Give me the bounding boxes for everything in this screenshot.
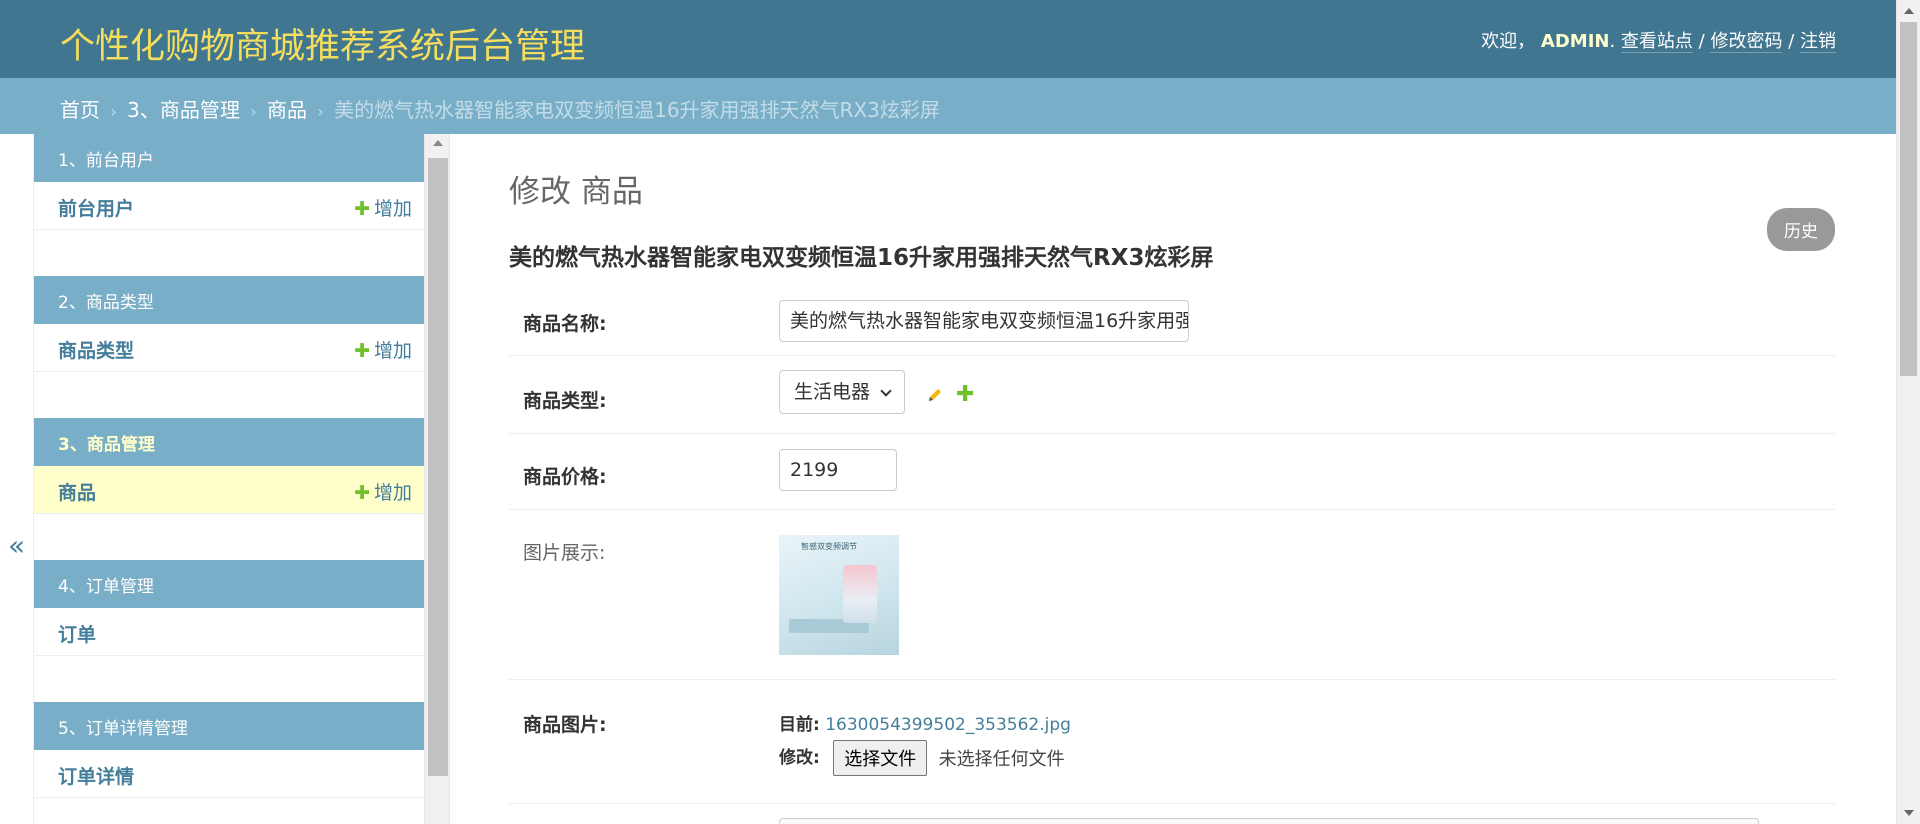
scroll-up-icon[interactable] bbox=[1904, 8, 1914, 14]
sidebar-item-label[interactable]: 商品类型 bbox=[58, 340, 134, 362]
breadcrumb-separator: › bbox=[110, 102, 117, 121]
page-title: 修改 商品 bbox=[509, 174, 643, 210]
preview-heater-shape bbox=[843, 565, 877, 623]
sidebar-item-frontend-users: 前台用户 ✚ 增加 bbox=[34, 182, 424, 230]
history-button[interactable]: 历史 bbox=[1767, 208, 1835, 251]
sidebar-item-label[interactable]: 商品 bbox=[58, 482, 96, 504]
nav-sidebar-toggle[interactable]: « bbox=[0, 134, 34, 824]
scrollbar-thumb[interactable] bbox=[428, 158, 448, 776]
change-label: 修改: bbox=[779, 748, 820, 768]
scrollbar-thumb[interactable] bbox=[1900, 22, 1917, 376]
sidebar-module-caption[interactable]: 2、商品类型 bbox=[34, 276, 424, 324]
sidebar-item-order-details: 订单详情 bbox=[34, 750, 424, 798]
price-input[interactable]: 2199 bbox=[779, 449, 897, 491]
current-label: 目前: bbox=[779, 715, 820, 735]
breadcrumb-separator: › bbox=[250, 102, 257, 121]
price-label: 商品价格: bbox=[523, 466, 607, 488]
sidebar-module-caption[interactable]: 1、前台用户 bbox=[34, 134, 424, 182]
image-label: 商品图片: bbox=[523, 714, 607, 736]
preview-caption: 智感双变频调节 bbox=[801, 542, 857, 551]
change-file-line: 修改: 选择文件 未选择任何文件 bbox=[779, 740, 1065, 776]
breadcrumb-app[interactable]: 3、商品管理 bbox=[127, 98, 240, 122]
breadcrumb-current: 美的燃气热水器智能家电双变频恒温16升家用强排天然气RX3炫彩屏 bbox=[334, 98, 940, 122]
scroll-up-icon[interactable] bbox=[433, 140, 443, 146]
plus-icon: ✚ bbox=[354, 340, 370, 362]
user-tools-sep: / bbox=[1788, 31, 1795, 52]
product-image-preview: 智感双变频调节 bbox=[779, 535, 899, 655]
form-row-image: 商品图片: 目前: 1630054399502_353562.jpg 修改: 选… bbox=[509, 680, 1835, 804]
sidebar-item-product-types: 商品类型 ✚ 增加 bbox=[34, 324, 424, 372]
add-label: 增加 bbox=[373, 340, 412, 362]
add-label: 增加 bbox=[373, 482, 412, 504]
sidebar-item-label[interactable]: 订单详情 bbox=[58, 766, 134, 788]
type-select[interactable]: 生活电器 bbox=[779, 370, 906, 414]
chevron-down-icon bbox=[880, 385, 892, 397]
form-row-type: 商品类型: 生活电器 ✚ bbox=[509, 356, 1835, 434]
pencil-icon[interactable] bbox=[926, 386, 944, 404]
type-select-value: 生活电器 bbox=[794, 381, 871, 403]
sidebar-item-label[interactable]: 订单 bbox=[58, 624, 96, 646]
plus-icon: ✚ bbox=[354, 482, 370, 504]
add-product-type-button[interactable]: ✚ 增加 bbox=[354, 336, 412, 363]
breadcrumb-home[interactable]: 首页 bbox=[60, 98, 100, 122]
view-site-link[interactable]: 查看站点 bbox=[1620, 31, 1693, 53]
sidebar-scrollbar[interactable] bbox=[424, 134, 450, 824]
sidebar-module-caption[interactable]: 5、订单详情管理 bbox=[34, 702, 424, 750]
choose-file-button[interactable]: 选择文件 bbox=[833, 740, 928, 776]
file-status: 未选择任何文件 bbox=[938, 749, 1065, 770]
breadcrumb-model[interactable]: 商品 bbox=[267, 98, 307, 122]
sidebar-module-users: 1、前台用户 前台用户 ✚ 增加 bbox=[34, 134, 424, 230]
name-label: 商品名称: bbox=[523, 313, 607, 335]
sidebar-module-products: 3、商品管理 商品 ✚ 增加 bbox=[34, 418, 424, 514]
add-label: 增加 bbox=[373, 198, 412, 220]
welcome-text: 欢迎， bbox=[1481, 31, 1536, 52]
header: 个性化购物商城推荐系统后台管理 欢迎， ADMIN. 查看站点 / 修改密码 /… bbox=[0, 0, 1896, 78]
name-input[interactable]: 美的燃气热水器智能家电双变频恒温16升家用强排天然气RX3炫彩屏 bbox=[779, 300, 1189, 342]
breadcrumb: 首页 › 3、商品管理 › 商品 › 美的燃气热水器智能家电双变频恒温16升家用… bbox=[0, 78, 1896, 134]
form-row-preview: 图片展示: 智感双变频调节 bbox=[509, 510, 1835, 680]
user-name: ADMIN bbox=[1540, 31, 1610, 52]
sidebar-module-product-types: 2、商品类型 商品类型 ✚ 增加 bbox=[34, 276, 424, 372]
page-scrollbar[interactable] bbox=[1896, 0, 1920, 824]
sidebar-module-orders: 4、订单管理 订单 bbox=[34, 560, 424, 656]
main-content: 修改 商品 历史 美的燃气热水器智能家电双变频恒温16升家用强排天然气RX3炫彩… bbox=[509, 134, 1835, 824]
logout-link[interactable]: 注销 bbox=[1800, 31, 1836, 53]
object-title: 美的燃气热水器智能家电双变频恒温16升家用强排天然气RX3炫彩屏 bbox=[509, 245, 1214, 271]
sidebar-item-label[interactable]: 前台用户 bbox=[58, 198, 134, 220]
add-product-button[interactable]: ✚ 增加 bbox=[354, 478, 412, 505]
current-file-line: 目前: 1630054399502_353562.jpg bbox=[779, 710, 1071, 735]
next-field-edge bbox=[779, 818, 1759, 824]
add-related-icon[interactable]: ✚ bbox=[956, 384, 974, 406]
sidebar-item-products: 商品 ✚ 增加 bbox=[34, 466, 424, 514]
sidebar-item-orders: 订单 bbox=[34, 608, 424, 656]
user-tools-sep: / bbox=[1698, 31, 1705, 52]
site-branding: 个性化购物商城推荐系统后台管理 bbox=[60, 27, 586, 67]
user-tools: 欢迎， ADMIN. 查看站点 / 修改密码 / 注销 bbox=[1481, 27, 1836, 53]
collapse-icon[interactable]: « bbox=[8, 529, 25, 562]
type-label: 商品类型: bbox=[523, 390, 607, 412]
form-row-name: 商品名称: 美的燃气热水器智能家电双变频恒温16升家用强排天然气RX3炫彩屏 bbox=[509, 284, 1835, 356]
sidebar: 1、前台用户 前台用户 ✚ 增加 2、商品类型 商品类型 ✚ 增加 3、商品管理 商… bbox=[34, 134, 424, 824]
plus-icon: ✚ bbox=[354, 198, 370, 220]
change-password-link[interactable]: 修改密码 bbox=[1710, 31, 1783, 53]
preview-label: 图片展示: bbox=[523, 542, 606, 564]
user-tools-dot: . bbox=[1609, 31, 1621, 52]
current-file-link[interactable]: 1630054399502_353562.jpg bbox=[825, 715, 1071, 735]
sidebar-module-caption[interactable]: 4、订单管理 bbox=[34, 560, 424, 608]
add-frontend-user-button[interactable]: ✚ 增加 bbox=[354, 194, 412, 221]
sidebar-module-order-details: 5、订单详情管理 订单详情 bbox=[34, 702, 424, 798]
form-row-price: 商品价格: 2199 bbox=[509, 434, 1835, 510]
scroll-down-icon[interactable] bbox=[1904, 810, 1914, 816]
breadcrumb-separator: › bbox=[317, 102, 324, 121]
sidebar-module-caption[interactable]: 3、商品管理 bbox=[34, 418, 424, 466]
